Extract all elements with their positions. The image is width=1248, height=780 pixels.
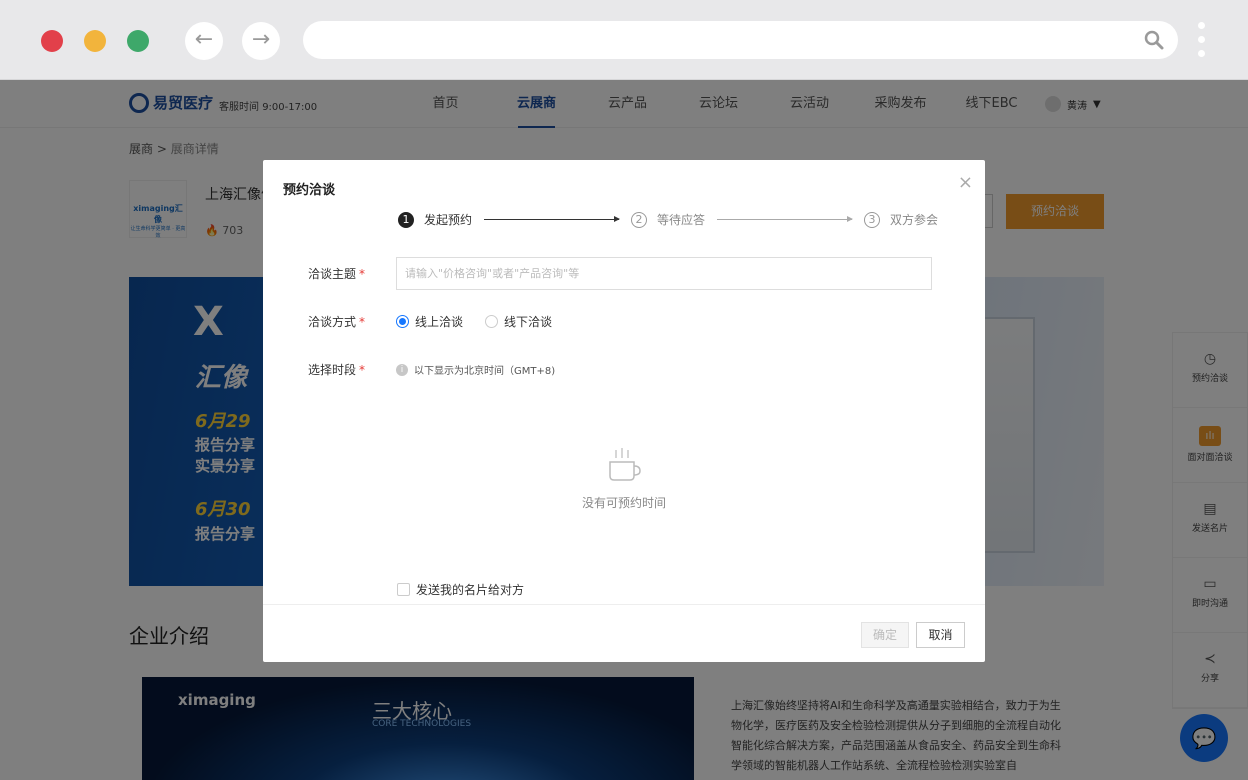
- required-mark: *: [359, 363, 366, 377]
- step-number: 3: [864, 211, 881, 228]
- search-icon[interactable]: [1142, 28, 1166, 52]
- step-arrow: [717, 216, 854, 222]
- slot-row: 选择时段 * i 以下显示为北京时间（GMT+8): [308, 361, 555, 378]
- address-bar[interactable]: [303, 21, 1178, 59]
- topic-row: 洽谈主题 *: [308, 257, 932, 290]
- topic-input[interactable]: [396, 257, 932, 290]
- forward-arrow-icon[interactable]: →: [242, 22, 280, 60]
- radio-circle[interactable]: [396, 315, 409, 328]
- cancel-button[interactable]: 取消: [916, 622, 965, 648]
- browser-chrome: ← →: [0, 0, 1248, 80]
- checkbox-box[interactable]: [397, 583, 410, 596]
- required-mark: *: [359, 315, 366, 329]
- confirm-button[interactable]: 确定: [861, 622, 909, 648]
- step-label: 发起预约: [424, 213, 473, 227]
- topic-label: 洽谈主题 *: [308, 267, 366, 281]
- window-minimize-dot[interactable]: [84, 30, 106, 52]
- step-number: 2: [631, 211, 648, 228]
- radio-online-label: 线上洽谈: [415, 315, 464, 329]
- close-icon[interactable]: ×: [958, 172, 973, 193]
- empty-state: 没有可预约时间: [263, 442, 985, 511]
- required-mark: *: [359, 267, 366, 281]
- back-arrow-icon[interactable]: ←: [185, 22, 223, 60]
- coffee-cup-icon: [609, 448, 641, 481]
- empty-text: 没有可预约时间: [581, 496, 666, 510]
- window-close-dot[interactable]: [41, 30, 63, 52]
- dialog-title: 预约洽谈: [283, 183, 336, 198]
- more-menu-icon[interactable]: [1196, 22, 1206, 62]
- step-label: 双方参会: [890, 213, 939, 227]
- timezone-text: 以下显示为北京时间（GMT+8): [414, 366, 556, 377]
- progress-steps: 1 发起预约 2 等待应答 3 双方参会: [398, 211, 938, 228]
- mode-row: 洽谈方式 * 线上洽谈 线下洽谈: [308, 313, 574, 330]
- send-card-label: 发送我的名片给对方: [416, 583, 525, 597]
- dialog-footer: 确定 取消: [263, 604, 985, 662]
- mode-label: 洽谈方式 *: [308, 315, 366, 329]
- radio-online[interactable]: 线上洽谈: [396, 313, 463, 330]
- info-icon: i: [396, 363, 408, 376]
- step-arrow: [484, 216, 621, 222]
- window-maximize-dot[interactable]: [127, 30, 149, 52]
- slot-label: 选择时段 *: [308, 363, 366, 377]
- step-number: 1: [398, 211, 414, 228]
- timezone-note: i 以下显示为北京时间（GMT+8): [396, 362, 555, 377]
- radio-offline[interactable]: 线下洽谈: [485, 313, 552, 330]
- step-label: 等待应答: [657, 213, 706, 227]
- radio-circle[interactable]: [485, 315, 499, 328]
- radio-offline-label: 线下洽谈: [504, 315, 553, 329]
- appointment-dialog: 预约洽谈 × 1 发起预约 2 等待应答 3 双方参会 洽谈主题* 洽谈方式* …: [263, 160, 985, 662]
- send-card-checkbox[interactable]: 发送我的名片给对方: [397, 581, 524, 598]
